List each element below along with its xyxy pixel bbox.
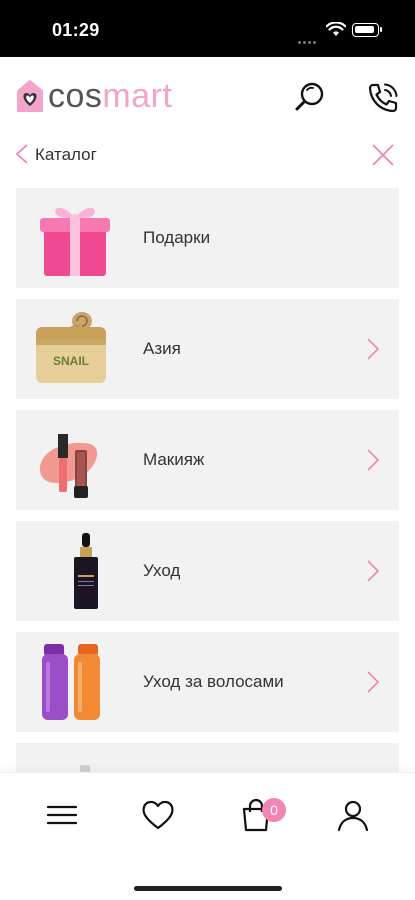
catalog-list: Подарки SNAIL Азия Макияж Уход Уход за в…	[16, 188, 399, 854]
lip-gloss-image	[39, 434, 98, 498]
app-header: cosmart	[0, 57, 415, 137]
chevron-right-icon	[367, 338, 380, 360]
catalog-item-gifts[interactable]: Подарки	[16, 188, 399, 288]
home-indicator	[134, 886, 282, 891]
gift-box-image	[40, 207, 110, 276]
breadcrumb: Каталог	[0, 137, 415, 173]
search-icon[interactable]	[294, 81, 326, 113]
catalog-item-label: Азия	[143, 339, 181, 358]
chevron-right-icon	[367, 671, 380, 693]
catalog-item-asia[interactable]: SNAIL Азия	[16, 299, 399, 399]
heart-icon[interactable]	[140, 797, 176, 833]
back-chevron-icon[interactable]	[14, 143, 30, 165]
phone-icon[interactable]	[366, 81, 400, 115]
catalog-item-care[interactable]: Уход	[16, 521, 399, 621]
catalog-item-label: Подарки	[143, 228, 211, 247]
cart-count-badge: 0	[262, 798, 286, 822]
wifi-icon	[326, 22, 346, 36]
catalog-item-label: Уход за волосами	[143, 672, 284, 691]
chevron-right-icon	[367, 560, 380, 582]
logo-text: cosmart	[48, 77, 173, 115]
catalog-item-makeup[interactable]: Макияж	[16, 410, 399, 510]
profile-icon[interactable]	[335, 797, 371, 833]
signal-icon	[298, 31, 318, 44]
jar-label: SNAIL	[53, 354, 89, 368]
serum-bottle-image	[74, 533, 98, 609]
shampoo-bottles-image	[42, 644, 100, 720]
menu-icon[interactable]	[44, 797, 80, 833]
catalog-item-label: Макияж	[143, 450, 205, 469]
breadcrumb-label[interactable]: Каталог	[35, 145, 97, 165]
status-bar: 01:29	[0, 0, 415, 57]
battery-icon	[352, 23, 382, 37]
close-icon[interactable]	[371, 143, 395, 167]
catalog-item-label: Уход	[143, 561, 181, 580]
logo[interactable]: cosmart	[16, 79, 172, 113]
status-time: 01:29	[52, 20, 100, 40]
logo-heart-icon	[17, 80, 43, 112]
bottom-tab-bar: 0	[0, 772, 415, 900]
catalog-item-hair-care[interactable]: Уход за волосами	[16, 632, 399, 732]
snail-cream-jar-image: SNAIL	[36, 312, 106, 383]
chevron-right-icon	[367, 449, 380, 471]
